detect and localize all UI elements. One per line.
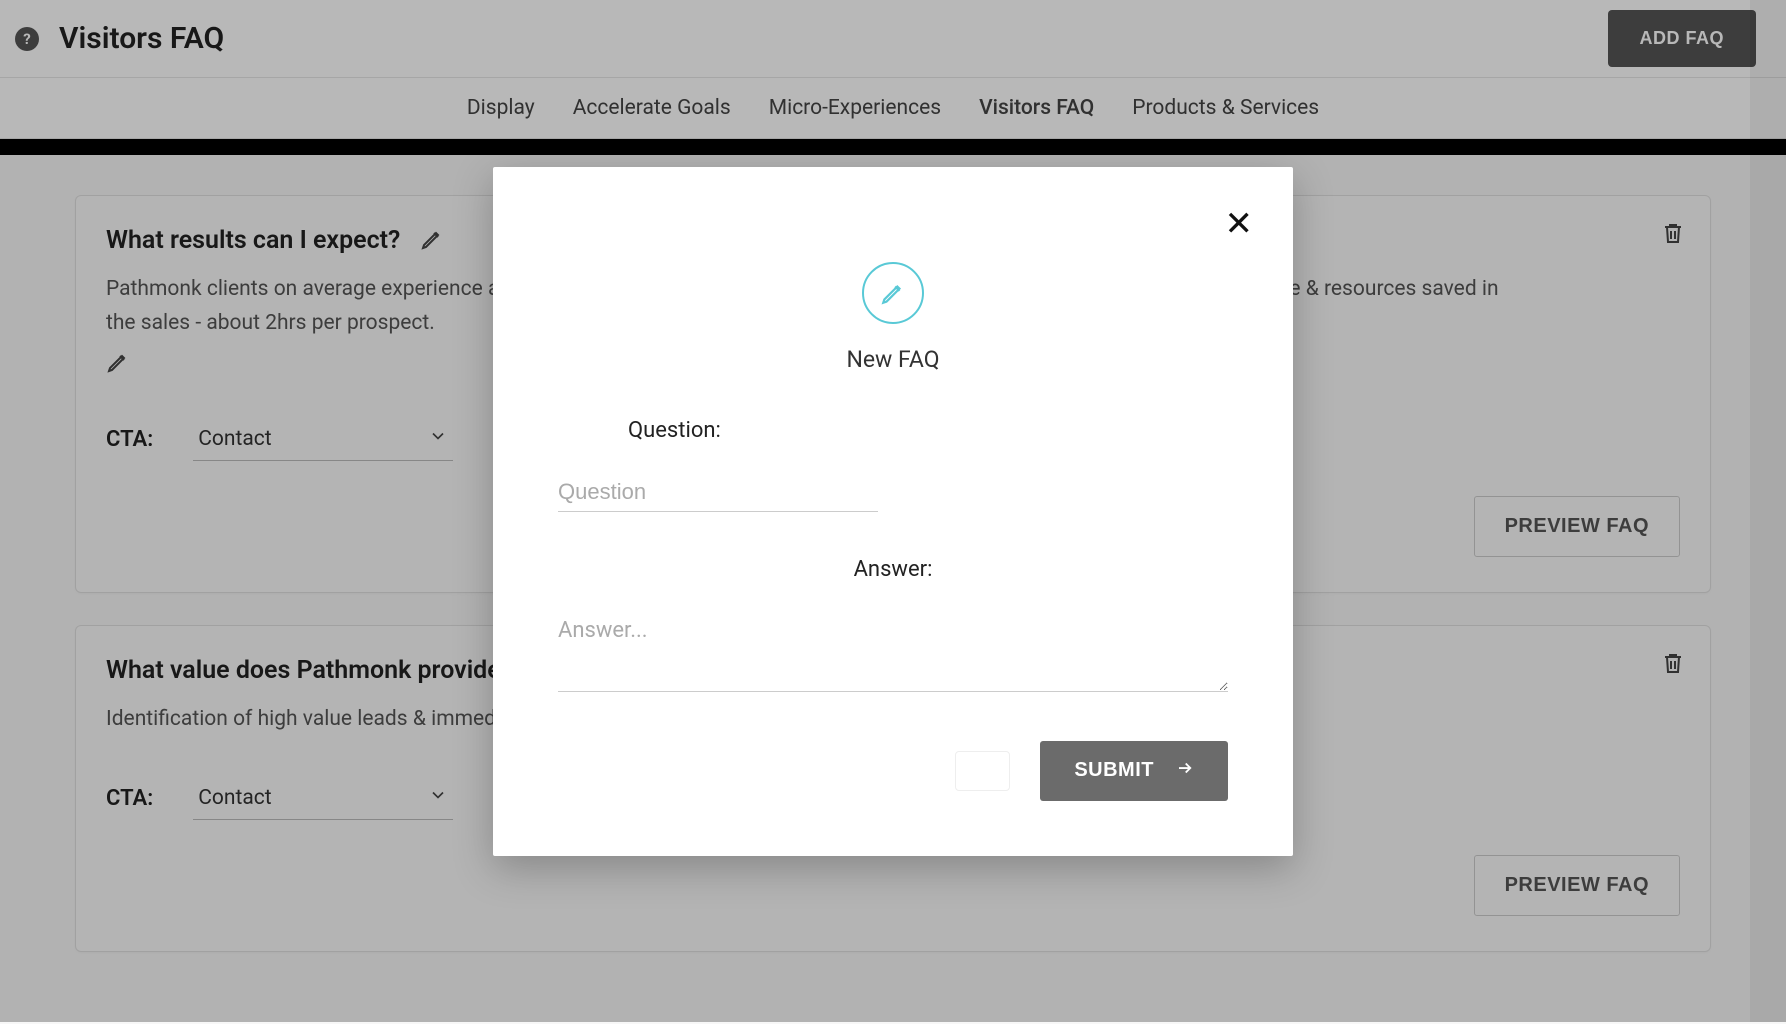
edit-note-icon bbox=[862, 262, 924, 324]
new-faq-modal: ✕ New FAQ Question: Answer: SUBMIT bbox=[493, 167, 1293, 856]
arrow-right-icon bbox=[1176, 759, 1194, 783]
submit-label: SUBMIT bbox=[1074, 759, 1154, 782]
answer-field-label: Answer: bbox=[558, 557, 1228, 582]
question-field-label: Question: bbox=[628, 418, 1228, 443]
answer-input[interactable] bbox=[558, 612, 1228, 692]
submit-button[interactable]: SUBMIT bbox=[1040, 741, 1228, 801]
cancel-button[interactable] bbox=[955, 751, 1010, 791]
modal-title: New FAQ bbox=[846, 346, 939, 373]
close-icon[interactable]: ✕ bbox=[1225, 207, 1254, 241]
modal-overlay[interactable]: ✕ New FAQ Question: Answer: SUBMIT bbox=[0, 0, 1786, 1022]
question-input[interactable] bbox=[558, 473, 878, 512]
